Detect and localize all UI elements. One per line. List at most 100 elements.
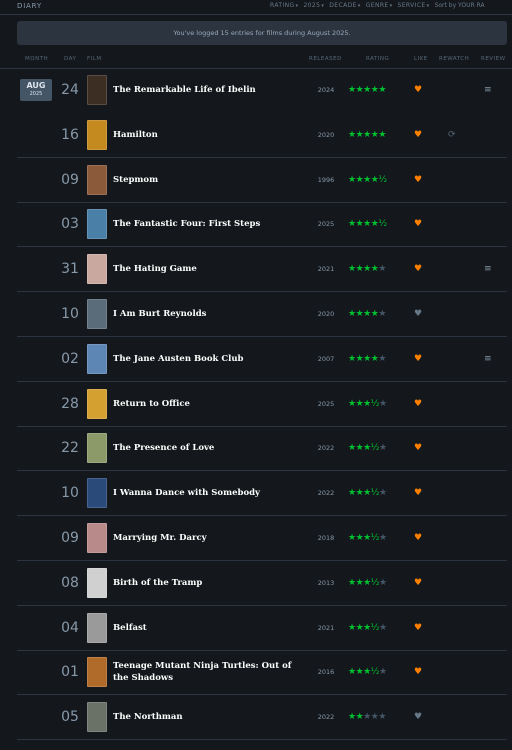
heart-icon[interactable]: ♥ (414, 202, 422, 246)
release-year[interactable]: 2021 (313, 247, 339, 291)
heart-icon[interactable]: ♥ (414, 650, 422, 694)
film-title[interactable]: Teenage Mutant Ninja Turtles: Out of the… (113, 650, 308, 694)
rating-stars[interactable]: ★★★★★ (348, 292, 386, 336)
release-year[interactable]: 2021 (313, 606, 339, 650)
diary-entry-row[interactable]: 10 I Am Burt Reynolds 2020 ★★★★★ ♥ (17, 292, 507, 337)
film-poster[interactable] (87, 299, 107, 329)
release-year[interactable]: 1996 (313, 158, 339, 202)
filter-rating[interactable]: RATING▾ (270, 2, 298, 9)
diary-entry-row[interactable]: 22 The Presence of Love 2022 ★★★½★ ♥ (17, 426, 507, 472)
heart-icon[interactable]: ♥ (414, 68, 422, 112)
release-year[interactable]: 2018 (313, 516, 339, 560)
rating-stars[interactable]: ★★★½★ (348, 561, 387, 605)
entry-day[interactable]: 31 (60, 247, 80, 291)
film-title[interactable]: The Remarkable Life of Ibelin (113, 68, 308, 112)
release-year[interactable]: 2013 (313, 561, 339, 605)
film-title[interactable]: The Jane Austen Book Club (113, 337, 308, 381)
diary-entry-row[interactable]: 02 The Jane Austen Book Club 2007 ★★★★★ ♥ ≡ (17, 337, 507, 382)
rating-stars[interactable]: ★★★★★ (348, 68, 386, 112)
heart-icon[interactable]: ♥ (414, 382, 422, 426)
diary-entry-row[interactable]: 10 I Wanna Dance with Somebody 2022 ★★★½★ ♥ (17, 471, 507, 517)
filter-service[interactable]: SERVICE▾ (398, 2, 430, 9)
film-title[interactable]: The Hating Game (113, 247, 308, 291)
rating-stars[interactable]: ★★★½★ (348, 382, 387, 426)
film-title[interactable]: Return to Office (113, 382, 308, 426)
rating-stars[interactable]: ★★★½★ (348, 426, 387, 470)
film-title[interactable]: Marrying Mr. Darcy (113, 516, 308, 560)
entry-day[interactable]: 22 (60, 426, 80, 470)
entry-day[interactable]: 02 (60, 337, 80, 381)
filter-decade[interactable]: DECADE▾ (329, 2, 360, 9)
entry-day[interactable]: 03 (60, 202, 80, 246)
film-poster[interactable] (87, 388, 107, 419)
heart-icon[interactable]: ♥ (414, 471, 422, 515)
release-year[interactable]: 2022 (313, 426, 339, 470)
film-title[interactable]: I Wanna Dance with Somebody (113, 471, 308, 515)
entry-day[interactable]: 08 (60, 561, 80, 605)
review-icon[interactable]: ≡ (484, 247, 492, 291)
film-title[interactable]: The Presence of Love (113, 426, 308, 470)
heart-icon[interactable]: ♥ (414, 113, 422, 157)
entry-day[interactable]: 05 (60, 695, 80, 739)
entry-day[interactable]: 10 (60, 471, 80, 515)
film-title[interactable]: The Northman (113, 695, 308, 739)
film-poster[interactable] (87, 523, 107, 553)
rating-stars[interactable]: ★★★★½ (348, 158, 387, 202)
heart-icon[interactable]: ♥ (414, 561, 422, 605)
release-year[interactable]: 2007 (313, 337, 339, 381)
film-poster[interactable] (87, 254, 107, 285)
entry-day[interactable]: 04 (60, 606, 80, 650)
film-title[interactable]: Hamilton (113, 113, 308, 157)
film-title[interactable]: Birth of the Tramp (113, 561, 308, 605)
film-poster[interactable] (87, 567, 107, 598)
rating-stars[interactable]: ★★★½★ (348, 516, 387, 560)
film-poster[interactable] (87, 164, 107, 195)
release-year[interactable]: 2025 (313, 202, 339, 246)
diary-entry-row[interactable]: 16 Hamilton 2020 ★★★★★ ♥ ⟳ (17, 113, 507, 158)
filter-year[interactable]: 2025▾ (303, 2, 324, 9)
rating-stars[interactable]: ★★★★½ (348, 202, 387, 246)
diary-entry-row[interactable]: 09 Marrying Mr. Darcy 2018 ★★★½★ ♥ (17, 516, 507, 561)
release-year[interactable]: 2025 (313, 382, 339, 426)
heart-icon[interactable]: ♥ (414, 158, 422, 202)
review-icon[interactable]: ≡ (484, 68, 492, 112)
rating-stars[interactable]: ★★★★★ (348, 695, 386, 739)
film-poster[interactable] (87, 433, 107, 464)
diary-entry-row[interactable]: 04 Belfast 2021 ★★★½★ ♥ (17, 606, 507, 651)
entry-day[interactable]: 28 (60, 382, 80, 426)
release-year[interactable]: 2024 (313, 68, 339, 112)
film-poster[interactable] (87, 209, 107, 240)
film-poster[interactable] (87, 119, 107, 150)
film-title[interactable]: Belfast (113, 606, 308, 650)
release-year[interactable]: 2016 (313, 650, 339, 694)
heart-icon[interactable]: ♥ (414, 426, 422, 470)
diary-entry-row[interactable]: 03 The Fantastic Four: First Steps 2025 ★★★… (17, 202, 507, 248)
filter-genre[interactable]: GENRE▾ (366, 2, 393, 9)
heart-icon[interactable]: ♥ (414, 606, 422, 650)
diary-entry-row[interactable]: AUG 2025 24 The Remarkable Life of Ibelin 20… (17, 68, 507, 112)
release-year[interactable]: 2020 (313, 113, 339, 157)
month-badge[interactable]: AUG 2025 (20, 79, 52, 101)
entry-day[interactable]: 09 (60, 158, 80, 202)
entry-day[interactable]: 16 (60, 113, 80, 157)
heart-icon[interactable]: ♥ (414, 337, 422, 381)
release-year[interactable]: 2022 (313, 471, 339, 515)
heart-icon[interactable]: ♥ (414, 292, 422, 336)
film-poster[interactable] (87, 478, 107, 509)
entry-day[interactable]: 24 (60, 68, 80, 112)
heart-icon[interactable]: ♥ (414, 516, 422, 560)
rating-stars[interactable]: ★★★★★ (348, 113, 386, 157)
diary-entry-row[interactable]: 28 Return to Office 2025 ★★★½★ ♥ (17, 382, 507, 427)
entry-day[interactable]: 09 (60, 516, 80, 560)
rating-stars[interactable]: ★★★★★ (348, 247, 386, 291)
diary-entry-row[interactable]: 01 Teenage Mutant Ninja Turtles: Out of t… (17, 650, 507, 696)
film-poster[interactable] (87, 657, 107, 688)
diary-entry-row[interactable]: 05 The Northman 2022 ★★★★★ ♥ (17, 695, 507, 741)
film-poster[interactable] (87, 612, 107, 643)
film-poster[interactable] (87, 343, 107, 374)
rating-stars[interactable]: ★★★½★ (348, 650, 387, 694)
diary-entry-row[interactable]: 08 Birth of the Tramp 2013 ★★★½★ ♥ (17, 561, 507, 606)
release-year[interactable]: 2022 (313, 695, 339, 739)
rating-stars[interactable]: ★★★★★ (348, 337, 386, 381)
rating-stars[interactable]: ★★★½★ (348, 606, 387, 650)
